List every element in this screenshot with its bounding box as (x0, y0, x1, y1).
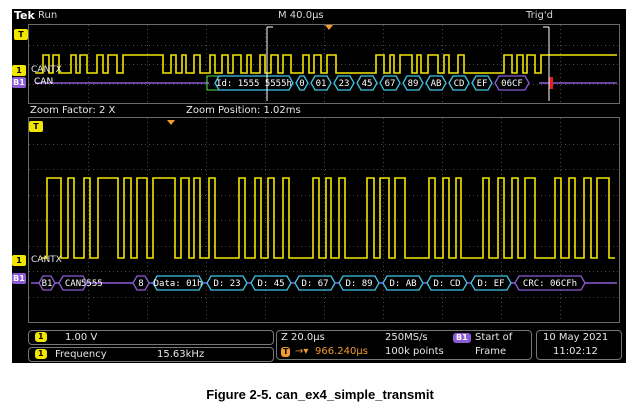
top-channel-marker[interactable]: 1 (12, 65, 26, 76)
trigger-source: B1 (453, 333, 471, 343)
zoom-bus-marker[interactable]: B1 (12, 273, 26, 284)
time-readout: 11:02:12 (553, 346, 598, 357)
top-bus-packet-text: Id: 1555 5555h (216, 79, 292, 89)
oscilloscope-screen: Tek Run M 40.0µs Trig'd Id: 1555 5555h 0 0… (12, 9, 626, 363)
zoom-bus-start-text: B1 (42, 279, 53, 289)
measure-marker: 1 (35, 349, 47, 359)
top-bus-packet-text: CD (454, 79, 465, 89)
top-bus-packet-text: AB (431, 79, 442, 89)
zoom-ch1-trace (41, 177, 615, 259)
zoom-bus-packet-text: D: EF (477, 279, 504, 289)
zoom-trigger-marker[interactable]: T (29, 121, 43, 132)
overview-pane[interactable]: Id: 1555 5555h 0 01 23 45 67 89 AB CD EF 06CF (28, 24, 620, 104)
zoom-trigger-position-icon (167, 120, 175, 125)
zoom-bus-can-text: CAN (65, 279, 81, 289)
zoom-bus-packet-text: D: 89 (345, 279, 372, 289)
zoom-channel-label: CANTX (31, 255, 62, 265)
top-channel-label: CANTX (31, 65, 62, 75)
zoom-waveform: B1 CAN 5555 8 Data: 01h D: 23 D: 45 D: 67 D: 89 D… (29, 118, 619, 322)
zoom-bus-packet-text: D: 67 (301, 279, 328, 289)
measure-name: Frequency (55, 349, 107, 360)
trigger-status: Trig'd (526, 10, 553, 21)
zoom-bus-id: 5555 (81, 279, 103, 289)
measurement-panel[interactable]: 1 Frequency 15.63kHz (28, 347, 274, 362)
ch1-marker: 1 (35, 332, 47, 342)
top-error-marker (549, 77, 553, 89)
top-bus-packet-text: EF (477, 79, 488, 89)
time-scale: Z 20.0µs (281, 332, 325, 343)
zoom-position: Zoom Position: 1.02ms (186, 105, 301, 116)
run-state: Run (38, 10, 58, 21)
trigger-pos-marker: T (281, 347, 291, 357)
zoom-pane[interactable]: B1 CAN 5555 8 Data: 01h D: 23 D: 45 D: 67 D: 89 D… (28, 117, 620, 323)
record-length: 100k points (385, 346, 444, 357)
figure-caption: Figure 2-5. can_ex4_simple_transmit (206, 387, 434, 402)
top-bus-packet-text: 01 (316, 79, 327, 89)
top-bus-packet-text: 45 (362, 79, 373, 89)
top-bus-packet-text: 67 (385, 79, 396, 89)
top-bus-packet-text: 0 (299, 79, 304, 89)
zoom-bus-packet-text: D: CD (433, 279, 460, 289)
top-bus-packet-text: 23 (339, 79, 350, 89)
datetime-panel: 10 May 2021 11:02:12 (536, 330, 622, 360)
brand-logo: Tek (14, 9, 35, 22)
top-trigger-marker[interactable]: T (14, 29, 28, 40)
ch1-scale-panel[interactable]: 1 1.00 V (28, 330, 274, 345)
zoom-bus-packet-text: D: 45 (257, 279, 284, 289)
top-bus-label: CAN (34, 77, 54, 87)
acquisition-panel[interactable]: Z 20.0µs T →▾ 966.240µs 250MS/s 100k poi… (276, 330, 532, 360)
zoom-bus-packet-text: CRC: 06CFh (523, 279, 577, 289)
zoom-bus-packet-text: D: AB (389, 279, 416, 289)
measure-value: 15.63kHz (157, 349, 205, 360)
overview-waveform: Id: 1555 5555h 0 01 23 45 67 89 AB CD EF 06CF (29, 25, 619, 103)
trigger-position: 966.240µs (315, 346, 368, 357)
zoom-channel-marker[interactable]: 1 (12, 255, 26, 266)
date-readout: 10 May 2021 (543, 332, 609, 343)
trigger-type-line2: Frame (475, 346, 507, 357)
horizontal-scale: M 40.0µs (278, 10, 324, 21)
top-ch1-trace (35, 54, 549, 74)
top-bus-packet-text: 89 (408, 79, 419, 89)
ch1-scale: 1.00 V (65, 332, 98, 343)
zoom-factor: Zoom Factor: 2 X (30, 105, 116, 116)
trigger-arrow-icon: →▾ (295, 346, 309, 357)
trigger-type-line1: Start of (475, 332, 513, 343)
zoom-bus-packet-text: D: 23 (213, 279, 240, 289)
zoom-bus-packet-text: 8 (138, 279, 143, 289)
top-bus-packet-text: 06CF (501, 79, 523, 89)
top-trigger-position-icon (325, 25, 333, 30)
top-bus-marker[interactable]: B1 (12, 77, 26, 88)
sample-rate: 250MS/s (385, 332, 428, 343)
zoom-bus-packet-text: Data: 01h (154, 279, 203, 289)
